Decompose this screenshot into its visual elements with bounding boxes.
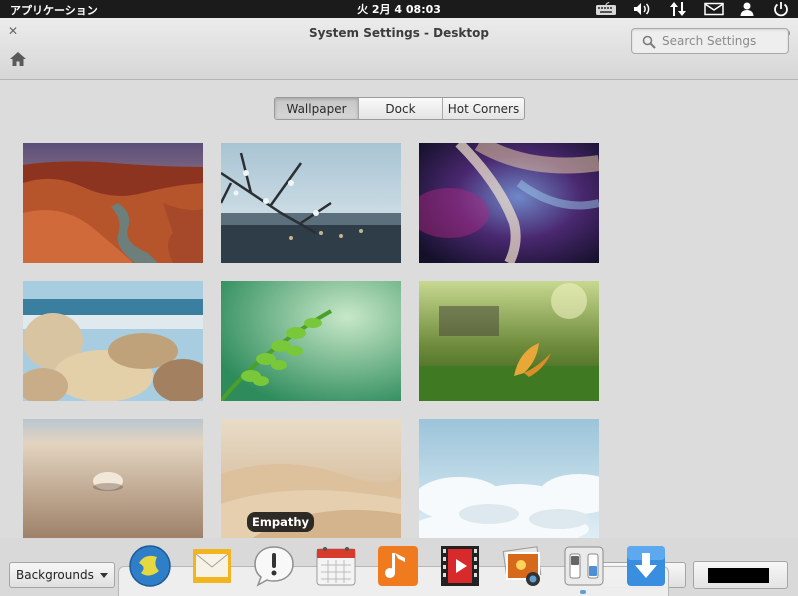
photos-icon[interactable] — [499, 543, 545, 589]
search-icon — [642, 34, 656, 53]
dropdown-arrow-icon — [100, 573, 108, 578]
top-panel: アプリケーション 火 2月 4 08:03 — [0, 0, 798, 18]
color-swatch — [708, 568, 769, 583]
network-icon[interactable] — [666, 0, 690, 18]
wallpaper-thumbnail-frosted-branch-city[interactable] — [221, 143, 401, 263]
wallpaper-thumbnail-rocky-shore[interactable] — [23, 281, 203, 401]
mail-icon[interactable] — [702, 0, 726, 18]
search-input[interactable] — [662, 32, 782, 50]
tab-hot-corners[interactable]: Hot Corners — [442, 98, 524, 119]
wallpaper-thumbnail-purple-nebula[interactable] — [419, 143, 599, 263]
tab-wallpaper[interactable]: Wallpaper — [275, 98, 358, 119]
search-field[interactable] — [631, 28, 789, 54]
power-icon[interactable] — [769, 0, 793, 18]
background-source-select[interactable]: Backgrounds — [9, 562, 115, 588]
music-icon[interactable] — [375, 543, 421, 589]
wallpaper-thumbnail-seashell-beach[interactable] — [23, 419, 203, 539]
home-icon[interactable] — [9, 51, 27, 71]
tab-dock[interactable]: Dock — [358, 98, 442, 119]
keyboard-icon[interactable] — [593, 0, 619, 18]
video-icon[interactable] — [437, 543, 483, 589]
user-icon[interactable] — [735, 0, 759, 18]
empathy-icon[interactable] — [251, 543, 297, 589]
background-source-value: Backgrounds — [16, 568, 94, 582]
software-center-icon[interactable] — [623, 543, 669, 589]
calendar-icon[interactable] — [313, 543, 359, 589]
system-settings-icon[interactable] — [561, 543, 607, 589]
color-button[interactable] — [693, 561, 788, 589]
wallpaper-thumbnail-canyon[interactable] — [23, 143, 203, 263]
tooltip: Empathy — [247, 512, 315, 532]
mail-client-icon[interactable] — [189, 543, 235, 589]
wallpaper-thumbnail-green-leaves[interactable] — [221, 281, 401, 401]
volume-icon[interactable] — [630, 0, 654, 18]
wallpaper-thumbnail-leaf-on-grass[interactable] — [419, 281, 599, 401]
active-indicator — [580, 590, 586, 594]
browser-icon[interactable] — [127, 543, 173, 589]
tab-switcher: Wallpaper Dock Hot Corners — [274, 97, 525, 120]
wallpaper-thumbnail-clouds[interactable] — [419, 419, 599, 539]
